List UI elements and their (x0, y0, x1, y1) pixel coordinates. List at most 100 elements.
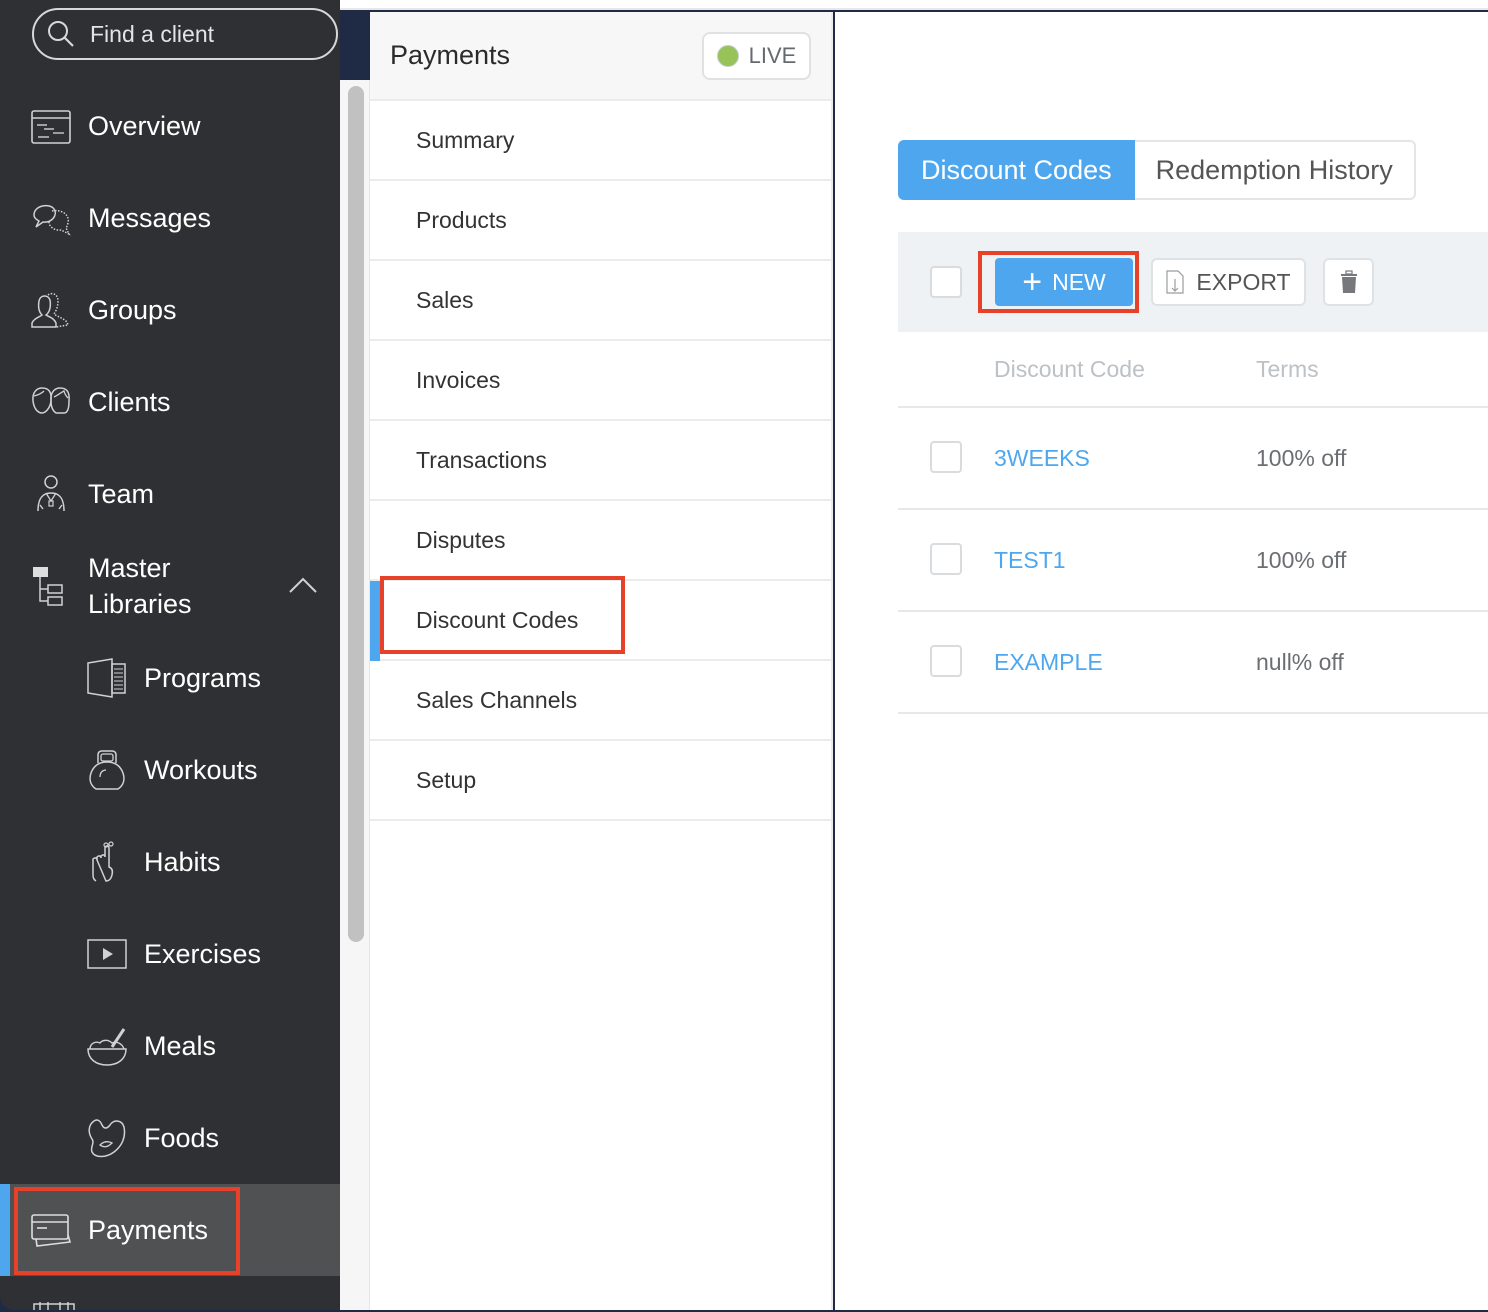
subnav-item-setup[interactable]: Setup (370, 741, 831, 821)
sidebar-item-clients[interactable]: Clients (0, 356, 340, 448)
chevron-up-icon[interactable] (288, 576, 318, 594)
select-all-checkbox[interactable] (930, 266, 962, 298)
sidebar-item-label: Programs (144, 663, 262, 693)
discount-terms: null% off (1256, 649, 1344, 675)
table-body: 3WEEKS 100% off TEST1 100% off EXAMPLE null% … (898, 408, 1488, 714)
column-header-discount-code[interactable]: Discount Code (994, 356, 1145, 383)
subnav-item-label: Setup (416, 766, 477, 793)
subnav-item-products[interactable]: Products (370, 181, 831, 261)
scheduler-icon (33, 1302, 75, 1310)
status-dot-icon (716, 45, 739, 67)
subnav-item-label: Products (416, 206, 507, 233)
sidebar-item-team[interactable]: Team (0, 448, 340, 540)
subnav-list: Summary Products Sales Invoices Transactions… (370, 101, 831, 821)
master-libraries-line2: Libraries (88, 589, 192, 619)
subnav-item-label: Transactions (416, 446, 547, 473)
sidebar-item-groups[interactable]: Groups (0, 264, 340, 356)
scrollbar-thumb[interactable] (348, 86, 364, 942)
discount-code-link[interactable]: TEST1 (994, 547, 1066, 574)
sidebar-item-master-libraries[interactable]: Master Libraries (0, 540, 340, 632)
sidebar-item-label: Exercises (144, 939, 262, 969)
row-checkbox[interactable] (930, 441, 962, 473)
habit-finger-icon (92, 841, 114, 882)
bowl-icon (87, 1028, 127, 1066)
new-button-label: NEW (1052, 268, 1106, 295)
column-header-terms[interactable]: Terms (1256, 356, 1319, 383)
tab-discount-codes[interactable]: Discount Codes (898, 140, 1135, 200)
subnav-item-disputes[interactable]: Disputes (370, 501, 831, 581)
status-label: LIVE (748, 43, 797, 68)
export-button[interactable]: EXPORT (1151, 258, 1306, 306)
programs-icon (87, 658, 126, 698)
discount-code-link[interactable]: EXAMPLE (994, 649, 1103, 676)
live-status-badge[interactable]: LIVE (702, 32, 811, 80)
groups-icon (31, 292, 69, 328)
subnav-item-label: Sales Channels (416, 686, 578, 713)
subnav-item-invoices[interactable]: Invoices (370, 341, 831, 421)
sidebar-item-programs[interactable]: Programs (0, 632, 340, 724)
main-content: Discount Codes Redemption History + NEW … (835, 12, 1488, 1310)
sidebar-scrollbar[interactable] (340, 80, 370, 1310)
sidebar-item-label: Messages (88, 203, 212, 233)
sidebar-item-payments[interactable]: Payments (0, 1184, 340, 1276)
payments-subnav: Payments LIVE Summary Products Sales Invoic… (370, 12, 833, 1310)
export-file-icon (1166, 270, 1185, 294)
discount-codes-table: Discount Code Terms 3WEEKS 100% off TEST1 1… (898, 332, 1488, 714)
sidebar-item-meals[interactable]: Meals (0, 1000, 340, 1092)
subnav-item-label: Sales (416, 286, 474, 313)
sidebar-item-label: Workouts (144, 755, 258, 785)
bean-icon (88, 1119, 126, 1158)
sidebar-item-label: Clients (88, 387, 171, 417)
subnav-item-label: Discount Codes (416, 606, 579, 633)
subnav-item-discount-codes[interactable]: Discount Codes (370, 581, 831, 661)
sidebar-item-label: Meals (144, 1031, 217, 1061)
client-search[interactable] (32, 8, 338, 60)
sidebar-item-habits[interactable]: Habits (0, 816, 340, 908)
top-strip (340, 0, 1488, 10)
row-checkbox[interactable] (930, 543, 962, 575)
sidebar-item-workouts[interactable]: Workouts (0, 724, 340, 816)
sidebar-item-messages[interactable]: Messages (0, 172, 340, 264)
sidebar-item-label: Master Libraries (88, 550, 192, 622)
overview-icon (31, 110, 71, 144)
new-discount-code-button[interactable]: + NEW (995, 258, 1133, 306)
sidebar-item-overview[interactable]: Overview (0, 80, 340, 172)
subnav-item-label: Disputes (416, 526, 506, 553)
credit-card-icon (31, 1214, 72, 1247)
plus-icon: + (1022, 263, 1043, 301)
kettlebell-icon (89, 750, 125, 790)
trash-icon (1340, 270, 1357, 293)
sidebar-item-label: Habits (144, 847, 221, 877)
subnav-header: Payments LIVE (370, 12, 831, 101)
export-button-label: EXPORT (1196, 268, 1291, 295)
subnav-item-label: Summary (416, 126, 515, 153)
sidebar-item-foods[interactable]: Foods (0, 1092, 340, 1184)
subnav-item-sales[interactable]: Sales (370, 261, 831, 341)
row-checkbox[interactable] (930, 645, 962, 677)
sidebar-item-label: Payments (88, 1215, 209, 1245)
discount-terms: 100% off (1256, 445, 1347, 471)
team-icon (37, 475, 65, 512)
sidebar-item-label: Overview (88, 111, 201, 141)
master-libraries-line1: Master (88, 553, 171, 583)
subnav-item-label: Invoices (416, 366, 501, 393)
sidebar-item-label: Foods (144, 1123, 220, 1153)
sidebar-item-label: Groups (88, 295, 177, 325)
subnav-title: Payments (390, 40, 511, 70)
table-toolbar: + NEW EXPORT (898, 232, 1488, 332)
table-row: 3WEEKS 100% off (898, 408, 1488, 510)
table-row: TEST1 100% off (898, 510, 1488, 612)
libraries-icon (33, 567, 63, 606)
sidebar-item-exercises[interactable]: Exercises (0, 908, 340, 1000)
delete-button[interactable] (1323, 258, 1374, 306)
subnav-item-summary[interactable]: Summary (370, 101, 831, 181)
tab-group: Discount Codes Redemption History (898, 140, 1416, 200)
search-icon (48, 21, 74, 47)
discount-code-link[interactable]: 3WEEKS (994, 445, 1090, 472)
subnav-item-sales-channels[interactable]: Sales Channels (370, 661, 831, 741)
client-search-input[interactable] (90, 20, 310, 48)
tab-redemption-history[interactable]: Redemption History (1134, 140, 1416, 200)
sidebar: Overview Messages Groups Clients (0, 0, 340, 1310)
sidebar-item-label: Team (88, 479, 155, 509)
subnav-item-transactions[interactable]: Transactions (370, 421, 831, 501)
